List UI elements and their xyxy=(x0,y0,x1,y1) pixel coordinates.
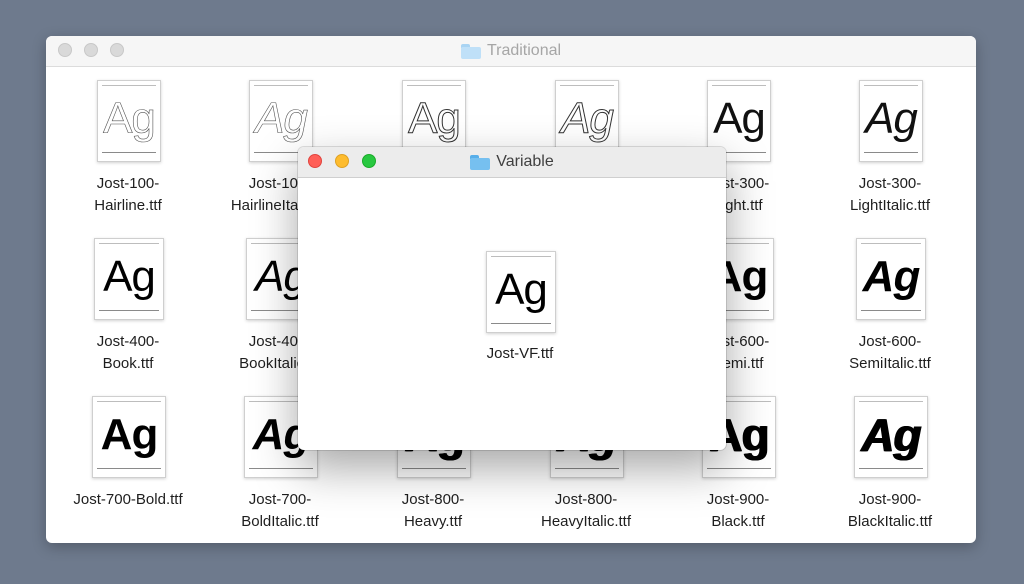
file-name-line1: Jost-700- xyxy=(248,491,312,508)
folder-icon xyxy=(470,154,491,170)
file-name-line1: Jost-300- xyxy=(858,175,922,192)
file-name-line2: Heavy.ttf xyxy=(403,513,463,530)
folder-icon xyxy=(460,43,481,59)
font-file-item[interactable]: Ag Jost-100- Hairline.ttf xyxy=(53,80,203,219)
file-name-line1: Jost-100- xyxy=(96,175,160,192)
file-name-line1: Jost-400- xyxy=(96,333,160,350)
glyph-preview: Ag xyxy=(255,94,308,143)
font-file-item[interactable]: Ag Jost-300- LightItalic.ttf xyxy=(815,80,965,219)
glyph-preview: Ag xyxy=(561,94,615,143)
glyph-preview: Ag xyxy=(103,252,156,301)
file-name-line1: Jost-800- xyxy=(401,491,465,508)
glyph-preview: Ag xyxy=(408,94,462,143)
glyph-preview: Ag xyxy=(861,409,921,461)
font-file-icon[interactable]: Ag xyxy=(92,396,166,478)
title-bar[interactable]: Variable xyxy=(298,147,726,178)
glyph-preview: Ag xyxy=(865,94,918,143)
font-file-icon[interactable]: Ag xyxy=(486,251,556,333)
window-title: Variable xyxy=(298,147,726,177)
font-file-icon[interactable]: Ag xyxy=(97,80,161,162)
glyph-preview: Ag xyxy=(862,252,921,301)
font-file-icon[interactable]: Ag xyxy=(854,396,928,478)
file-name-line2: HeavyItalic.ttf xyxy=(540,513,632,530)
file-name-line2: LightItalic.ttf xyxy=(849,197,931,214)
file-name-line1: Jost-600- xyxy=(858,333,922,350)
file-name-line2: BoldItalic.ttf xyxy=(241,513,319,530)
file-name-line1: Jost-900- xyxy=(858,491,922,508)
file-name-line1: Jost-700-Bold.ttf xyxy=(73,491,183,508)
glyph-preview: Ag xyxy=(103,94,156,143)
file-name-line1: Jost-900- xyxy=(706,491,770,508)
window-title: Traditional xyxy=(46,36,976,66)
font-file-item[interactable]: Ag Jost-900- BlackItalic.ttf xyxy=(815,396,965,535)
file-name-line1: Jost-VF.ttf xyxy=(486,345,554,362)
file-name-line2: Book.ttf xyxy=(102,355,154,372)
title-bar[interactable]: Traditional xyxy=(46,36,976,67)
window-title-text: Traditional xyxy=(486,42,562,59)
glyph-preview: Ag xyxy=(100,410,159,459)
font-file-icon[interactable]: Ag xyxy=(859,80,923,162)
font-file-icon[interactable]: Ag xyxy=(94,238,164,320)
file-name-line2: Hairline.ttf xyxy=(94,197,162,214)
file-name-line2: Black.ttf xyxy=(711,513,765,530)
font-file-icon[interactable]: Ag xyxy=(856,238,926,320)
glyph-preview: Ag xyxy=(713,94,766,143)
glyph-preview: Ag xyxy=(495,265,548,314)
file-name-line1: Jost-800- xyxy=(554,491,618,508)
font-file-item[interactable]: Ag Jost-VF.ttf xyxy=(445,251,595,389)
font-file-item[interactable]: Ag Jost-400- Book.ttf xyxy=(53,238,203,377)
window-title-text: Variable xyxy=(496,153,554,170)
font-file-item[interactable]: Ag Jost-700-Bold.ttf xyxy=(53,396,203,535)
font-file-item[interactable]: Ag Jost-600- SemiItalic.ttf xyxy=(815,238,965,377)
finder-window-variable[interactable]: Variable Ag Jost-VF.ttf xyxy=(298,147,726,450)
file-name-line2: BlackItalic.ttf xyxy=(847,513,933,530)
file-name-line2: SemiItalic.ttf xyxy=(849,355,931,372)
